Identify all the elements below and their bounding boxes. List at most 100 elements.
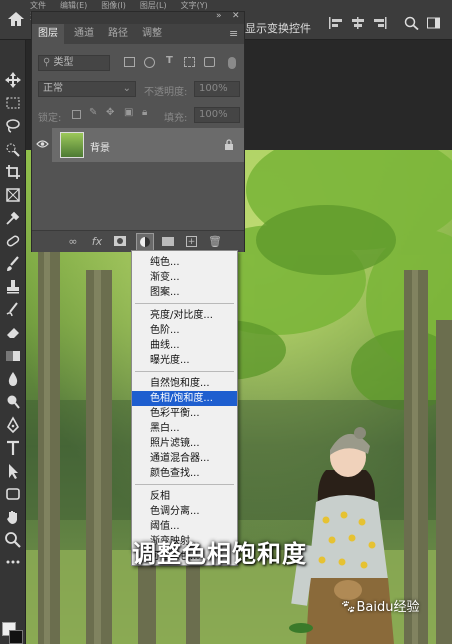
marquee-tool-icon[interactable] [3,93,23,113]
adjustment-layer-menu: 纯色... 渐变... 图案... 亮度/对比度... 色阶... 曲线... 曝光度...… [131,250,238,566]
adjustment-menu-item[interactable]: 亮度/对比度... [132,308,237,323]
eyedropper-tool-icon[interactable] [3,208,23,228]
adjustment-menu-item[interactable]: 颜色查找... [132,466,237,481]
menu-item[interactable]: 文件 [30,2,46,10]
background-color-swatch[interactable] [9,630,23,644]
panel-tabs: 图层 通道 路径 调整 ≡ [32,24,244,44]
hand-tool-icon[interactable] [3,507,23,527]
new-layer-icon[interactable]: + [186,236,197,247]
history-brush-tool-icon[interactable] [3,300,23,320]
adjustment-menu-item[interactable]: 纯色... [132,255,237,270]
eye-icon [36,140,49,148]
lock-icon [225,139,233,150]
lock-artboard-icon[interactable]: ▣ [124,107,133,118]
align-left-icon[interactable] [328,16,344,30]
healing-brush-tool-icon[interactable] [3,231,23,251]
panel-header-bar: » ✕ [32,11,244,24]
filter-kind-select[interactable]: ⚲ 类型 [38,55,110,71]
layer-thumbnail [60,132,84,158]
adjustment-menu-item[interactable]: 色阶... [132,323,237,338]
menu-separator [135,303,234,304]
filter-shape-icon[interactable] [184,57,195,67]
adjustment-menu-item[interactable]: 渐变... [132,270,237,285]
layer-row-background[interactable]: 背景 [52,128,244,162]
mask-icon[interactable] [114,236,126,246]
menu-bar: 文件编辑(E)图像(I)图层(L)文字(Y)选择(S)滤镜(T)3D(D)视图(… [30,0,230,21]
menu-item[interactable]: 文字(Y) [181,2,208,10]
quick-selection-tool-icon[interactable] [3,139,23,159]
paw-icon: 🐾︎ [340,600,357,615]
filter-toggle[interactable] [228,57,236,69]
adjustment-menu-item[interactable]: 照片滤镜... [132,436,237,451]
frame-tool-icon[interactable] [3,185,23,205]
filter-adjustment-icon[interactable] [144,57,155,68]
menu-item[interactable]: 编辑(E) [60,2,87,10]
lasso-tool-icon[interactable] [3,116,23,136]
adjustment-menu-item[interactable]: 曲线... [132,338,237,353]
visibility-toggle[interactable] [32,128,52,162]
rectangle-tool-icon[interactable] [3,484,23,504]
trash-icon[interactable]: 🗑︎ [208,235,222,249]
lock-paint-icon[interactable]: ✎ [89,107,97,118]
fill-input[interactable]: 100% [194,107,240,123]
search-icon[interactable] [404,16,420,31]
opacity-input[interactable]: 100% [194,81,240,97]
workspace-icon[interactable] [426,16,442,30]
tab-paths[interactable]: 路径 [102,24,134,44]
group-folder-icon[interactable] [162,237,174,246]
adjustment-menu-item[interactable]: 阈值... [132,519,237,534]
fx-icon[interactable]: fx [90,235,104,249]
collapse-panel-icon[interactable]: » [216,11,222,21]
tab-adjustments[interactable]: 调整 [136,24,168,44]
layers-panel-footer: ∞ fx + 🗑︎ [32,230,244,252]
menu-item[interactable]: 图层(L) [140,2,167,10]
crop-tool-icon[interactable] [3,162,23,182]
filter-type-icon[interactable]: T [166,55,173,66]
filter-kind-label: 类型 [53,57,74,68]
adjustment-menu-item[interactable]: 自然饱和度... [132,376,237,391]
adjustment-menu-item[interactable]: 反相 [132,489,237,504]
show-transform-controls-label[interactable]: 显示变换控件 [245,20,311,36]
fill-label: 填充: [164,113,188,124]
filter-smart-object-icon[interactable] [204,57,215,67]
clone-stamp-tool-icon[interactable] [3,277,23,297]
blend-mode-value: 正常 [43,83,63,94]
home-icon[interactable] [6,10,26,28]
adjustment-menu-item[interactable]: 色调分离... [132,504,237,519]
path-selection-tool-icon[interactable] [3,461,23,481]
more-tools-icon[interactable] [3,552,23,572]
adjustment-menu-item[interactable]: 色相/饱和度... [132,391,237,406]
adjustment-layer-icon[interactable] [136,233,154,251]
layers-panel: » ✕ 图层 通道 路径 调整 ≡ ⚲ 类型 T 正常 ⌄ 不透明度: 100%… [31,11,245,252]
lock-transparent-icon[interactable] [72,110,81,119]
close-panel-icon[interactable]: ✕ [232,11,240,21]
panel-menu-icon[interactable]: ≡ [229,27,238,40]
lock-all-icon[interactable]: 🔒︎ [142,107,147,118]
move-tool-icon[interactable] [3,70,23,90]
eraser-tool-icon[interactable] [3,323,23,343]
adjustment-menu-item[interactable]: 曝光度... [132,353,237,368]
chevron-down-icon: ⌄ [122,83,131,94]
link-icon[interactable]: ∞ [66,235,80,249]
gradient-tool-icon[interactable] [3,346,23,366]
adjustment-menu-item[interactable]: 通道混合器... [132,451,237,466]
blend-mode-select[interactable]: 正常 ⌄ [38,81,136,97]
zoom-tool-icon[interactable] [3,530,23,550]
lock-position-icon[interactable]: ✥ [106,107,114,118]
adjustment-menu-item[interactable]: 图案... [132,285,237,300]
dodge-tool-icon[interactable] [3,392,23,412]
menu-item[interactable]: 图像(I) [101,2,126,10]
align-right-icon[interactable] [372,16,388,30]
tab-layers[interactable]: 图层 [32,24,64,44]
brush-tool-icon[interactable] [3,254,23,274]
blur-tool-icon[interactable] [3,369,23,389]
adjustment-menu-item[interactable]: 黑白... [132,421,237,436]
adjustment-menu-item[interactable]: 色彩平衡... [132,406,237,421]
type-tool-icon[interactable] [3,438,23,458]
blend-row: 正常 ⌄ 不透明度: 100% [32,80,244,98]
pen-tool-icon[interactable] [3,415,23,435]
search-icon: ⚲ [43,57,54,68]
align-center-icon[interactable] [350,16,366,30]
filter-pixel-icon[interactable] [124,57,135,67]
tab-channels[interactable]: 通道 [68,24,100,44]
